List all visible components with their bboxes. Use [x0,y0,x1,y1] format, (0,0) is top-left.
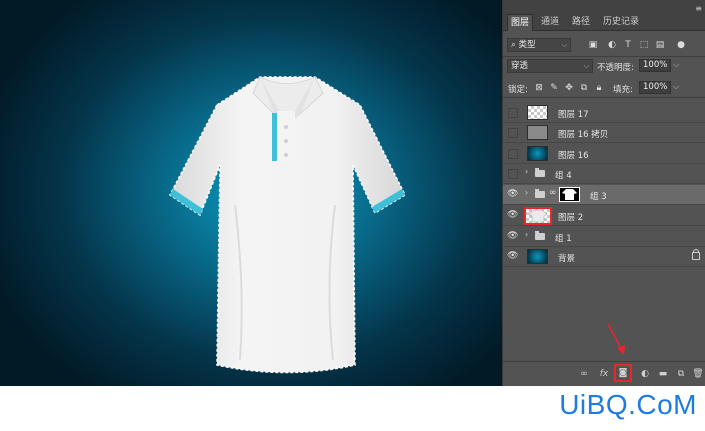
fill-slider-icon[interactable]: ⌵ [673,82,679,92]
folder-icon [535,189,545,198]
tab-paths[interactable]: 路径 [569,14,593,30]
watermark-text: UiBQ.CoM [559,389,697,420]
pixel-filter-icon[interactable]: ▣ [587,39,599,51]
adjustment-filter-icon[interactable]: ◐ [606,39,618,51]
polo-shirt-image [168,76,407,374]
filter-toggle-icon[interactable]: ● [675,39,687,51]
blend-mode-dropdown[interactable]: 穿透 ⌵ [507,59,593,73]
fx-icon[interactable]: fx [598,368,610,380]
layer-thumbnail [527,249,548,264]
group-row-4[interactable]: › 组 4 [503,164,705,184]
layer-name: 图层 16 [558,151,589,161]
chevron-down-icon: ⌵ [583,62,589,70]
visibility-toggle-off[interactable] [508,149,518,159]
folder-icon [535,231,545,240]
lock-all-icon[interactable]: 🔒︎ [593,82,605,94]
folder-icon [535,168,545,177]
smart-object-filter-icon[interactable]: ▤ [654,39,666,51]
layer-mask-thumbnail[interactable] [559,187,580,202]
panel-menu-icon[interactable]: ≡ [695,4,702,13]
group-name: 组 1 [555,234,572,244]
tab-layers[interactable]: 图层 [507,14,534,31]
group-name: 组 3 [590,192,607,202]
layer-row-17[interactable]: 图层 17 [503,103,705,123]
layer-thumbnail [527,105,548,120]
layers-panel: 图层 通道 路径 历史记录 ≡ ⌕ 类型 ⌵ ▣ ◐ T ⬚ ▤ ● 穿透 ⌵ … [502,0,705,386]
layer-thumbnail-highlighted [524,207,552,225]
new-layer-icon[interactable]: ⧉ [675,368,687,380]
layer-row-background[interactable]: 👁︎ 背景 [503,247,705,267]
group-name: 组 4 [555,171,572,181]
tab-history[interactable]: 历史记录 [600,14,642,30]
trash-icon[interactable]: 🗑︎ [692,368,704,380]
add-mask-button[interactable]: ◙ [614,364,632,382]
eye-icon[interactable]: 👁︎ [507,231,518,242]
eye-icon[interactable]: 👁︎ [507,210,518,221]
layer-row-16-copy[interactable]: 图层 16 拷贝 [503,123,705,143]
eye-icon[interactable]: 👁︎ [507,251,518,262]
visibility-toggle-off[interactable] [508,169,518,179]
lock-artboard-icon[interactable]: ⧉ [578,82,590,94]
layer-name: 图层 17 [558,110,589,120]
layer-thumbnail [527,125,548,140]
lock-icon [692,249,700,260]
layer-thumbnail [527,146,548,161]
document-canvas[interactable] [0,0,502,386]
layer-name: 背景 [558,254,576,264]
filter-kind-label: 类型 [518,40,536,50]
chevron-right-icon[interactable]: › [525,167,528,176]
layer-row-2[interactable]: 👁︎ 图层 2 [503,206,705,226]
eye-icon[interactable]: 👁︎ [507,189,518,200]
filter-row: ⌕ 类型 ⌵ ▣ ◐ T ⬚ ▤ ● [507,38,701,52]
lock-position-icon[interactable]: ✥ [563,82,575,94]
visibility-toggle-off[interactable] [508,128,518,138]
layers-bottom-toolbar: ∞ fx ◙ ◐ ▬ ⧉ 🗑︎ [503,361,705,386]
chevron-down-icon: ⌵ [561,41,567,49]
layer-name: 图层 2 [558,213,584,223]
fill-input[interactable]: 100% [639,81,671,94]
search-icon: ⌕ [511,40,516,50]
lock-label: 锁定: [508,85,528,95]
lock-image-icon[interactable]: ✎ [548,82,560,94]
opacity-label: 不透明度: [597,63,634,73]
tab-channels[interactable]: 通道 [538,14,562,30]
group-row-3[interactable]: 👁︎ › ∞ 组 3 [503,185,705,205]
filter-kind-dropdown[interactable]: ⌕ 类型 ⌵ [507,38,571,52]
shirt-thumbnail-icon [528,209,548,223]
visibility-toggle-off[interactable] [508,108,518,118]
opacity-slider-icon[interactable]: ⌵ [673,60,679,70]
new-group-icon[interactable]: ▬ [657,368,669,380]
panel-tab-bar: 图层 通道 路径 历史记录 ≡ [503,0,705,31]
group-row-1[interactable]: 👁︎ › 组 1 [503,227,705,247]
layer-name: 图层 16 拷贝 [558,130,609,140]
link-icon[interactable]: ∞ [549,188,557,198]
chevron-right-icon[interactable]: › [525,188,528,197]
adjustment-layer-icon[interactable]: ◐ [639,368,651,380]
shape-filter-icon[interactable]: ⬚ [638,39,650,51]
blend-mode-value: 穿透 [511,61,529,71]
link-layers-icon[interactable]: ∞ [578,368,590,380]
fill-label: 填充: [613,85,633,95]
lock-transparent-icon[interactable]: ⊠ [533,82,545,94]
layer-row-16[interactable]: 图层 16 [503,144,705,164]
type-filter-icon[interactable]: T [622,39,634,51]
opacity-input[interactable]: 100% [639,59,671,72]
shirt-mask-icon [562,189,577,200]
chevron-right-icon[interactable]: › [525,230,528,239]
